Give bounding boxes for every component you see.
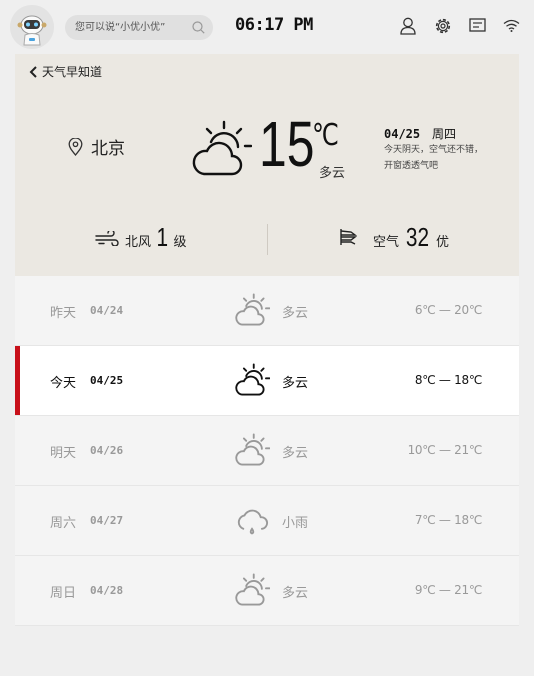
current-date: 04/25 周四: [384, 125, 456, 142]
forecast-condition: 多云: [282, 306, 309, 321]
forecast-temp-range: 8℃ — 18℃: [414, 373, 482, 387]
air-quality-icon: [340, 229, 357, 245]
user-icon[interactable]: [400, 17, 416, 35]
air-quality-level: 优: [435, 235, 449, 250]
current-weather-panel: 天气早知道 北京 15 ℃ 多云 04/25 周四 今天阴天，空气还不错，开窗透…: [15, 54, 519, 276]
forecast-row-today[interactable]: 今天 04/25 多云 8℃ — 18℃: [15, 346, 519, 416]
current-condition: 多云: [319, 166, 346, 181]
forecast-list: 昨天 04/24 多云 6℃ — 20℃ 今天 04/25 多云 8℃ — 18…: [15, 276, 519, 626]
cloudy-sun-icon: [235, 363, 270, 396]
status-bar: 您可以说“小优小优” 06:17 PM: [0, 0, 534, 54]
wind-info: 北风 1 级: [95, 224, 187, 250]
weekday-value: 周四: [431, 127, 456, 141]
forecast-day: 今天: [50, 376, 77, 391]
city-selector[interactable]: 北京: [68, 134, 125, 159]
forecast-temp-range: 7℃ — 18℃: [414, 513, 482, 527]
light-rain-icon: [237, 509, 269, 535]
wind-direction: 北风: [125, 235, 152, 250]
forecast-day: 明天: [50, 446, 77, 461]
forecast-row-sunday[interactable]: 周日 04/28 多云 9℃ — 21℃: [15, 556, 519, 626]
forecast-condition: 小雨: [282, 516, 309, 531]
forecast-day: 周日: [50, 586, 77, 601]
voice-search-bar[interactable]: 您可以说“小优小优”: [65, 15, 213, 40]
cloudy-sun-icon: [235, 573, 270, 606]
cloudy-sun-icon: [235, 293, 270, 326]
air-quality-info: 空气 32 优: [339, 224, 449, 250]
temperature-unit: ℃: [312, 118, 339, 153]
air-label: 空气: [373, 235, 400, 250]
forecast-row-saturday[interactable]: 周六 04/27 小雨 7℃ — 18℃: [15, 486, 519, 556]
wind-icon: [95, 231, 119, 246]
forecast-condition: 多云: [282, 586, 309, 601]
wind-level: 1: [156, 222, 169, 252]
forecast-day: 昨天: [50, 306, 77, 321]
forecast-date: 04/25: [90, 374, 124, 387]
forecast-condition: 多云: [282, 446, 309, 461]
chevron-left-icon: [29, 65, 37, 78]
wind-unit: 级: [173, 235, 187, 250]
search-icon: [192, 21, 205, 34]
weather-tip: 今天阴天，空气还不错，开窗透透气吧: [384, 145, 484, 171]
robot-avatar[interactable]: [10, 5, 54, 49]
forecast-date: 04/28: [90, 584, 124, 597]
message-icon[interactable]: [469, 17, 486, 33]
forecast-row-yesterday[interactable]: 昨天 04/24 多云 6℃ — 20℃: [15, 276, 519, 346]
city-name: 北京: [91, 139, 125, 159]
forecast-temp-range: 10℃ — 21℃: [407, 443, 483, 457]
forecast-temp-range: 6℃ — 20℃: [414, 303, 482, 317]
forecast-date: 04/26: [90, 444, 124, 457]
divider: [267, 224, 268, 255]
clock: 06:17 PM: [235, 15, 313, 35]
wifi-icon[interactable]: [503, 19, 520, 32]
forecast-temp-range: 9℃ — 21℃: [414, 583, 482, 597]
page-title: 天气早知道: [42, 65, 103, 79]
current-temperature: 15: [259, 108, 315, 180]
date-value: 04/25: [384, 127, 421, 141]
cloudy-sun-icon: [235, 433, 270, 466]
forecast-date: 04/24: [90, 304, 124, 317]
cloudy-sun-icon: [192, 120, 252, 176]
forecast-condition: 多云: [282, 376, 309, 391]
selected-indicator: [15, 346, 20, 415]
search-placeholder: 您可以说“小优小优”: [75, 22, 166, 33]
forecast-day: 周六: [50, 516, 77, 531]
forecast-date: 04/27: [90, 514, 124, 527]
forecast-row-tomorrow[interactable]: 明天 04/26 多云 10℃ — 21℃: [15, 416, 519, 486]
weather-card: 天气早知道 北京 15 ℃ 多云 04/25 周四 今天阴天，空气还不错，开窗透…: [15, 54, 519, 626]
location-pin-icon: [68, 137, 83, 156]
air-value: 32: [405, 222, 430, 252]
settings-icon[interactable]: [434, 17, 452, 35]
back-button[interactable]: 天气早知道: [29, 63, 102, 80]
